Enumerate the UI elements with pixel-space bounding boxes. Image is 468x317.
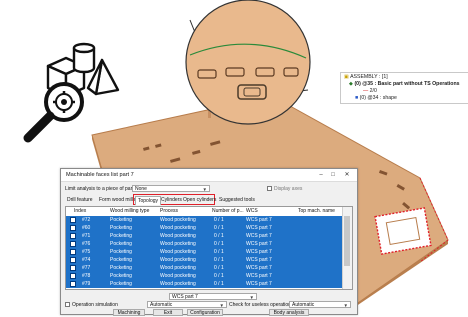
tab-open-cylinders[interactable]: Open cylinders — [181, 196, 218, 204]
limit-analysis-value: None — [135, 186, 147, 192]
display-axes-checkbox[interactable] — [267, 186, 272, 191]
simulation-mode-select[interactable]: Automatic ▼ — [147, 301, 227, 308]
table-row[interactable]: #76 Pocketing Wood pocketing 0 / 1 WCS part … — [66, 240, 342, 248]
check-useless-value: Automatic — [292, 302, 315, 308]
tree-row-shape[interactable]: ■ (0) @34 : shape — [355, 95, 397, 102]
chevron-down-icon: ▼ — [249, 295, 254, 300]
tab-suggested-tools[interactable]: Suggested tools — [217, 196, 257, 204]
zoom-circle — [185, 0, 311, 125]
tree-part35-label: (0) @35 : Basic part without TS Operatio… — [354, 81, 460, 87]
face-icon — [70, 249, 76, 255]
col-header-top-mach[interactable]: Top mach. name — [298, 207, 335, 216]
check-useless-select[interactable]: Automatic ▼ — [289, 301, 351, 308]
tree-row-counter: ― 2/0 — [363, 88, 377, 94]
tree-shape-label: (0) @34 : shape — [359, 95, 397, 101]
faces-table: Index Wood milling type Process Number o… — [65, 206, 353, 290]
operation-simulation-checkbox[interactable] — [65, 302, 70, 307]
maximize-button[interactable]: □ — [327, 171, 339, 179]
feature-recognition-icon — [23, 42, 120, 143]
chevron-down-icon: ▼ — [343, 303, 348, 308]
table-row[interactable]: #79 Pocketing Wood pocketing 0 / 1 WCS part … — [66, 280, 342, 288]
operation-simulation-label: Operation simulation — [72, 302, 118, 308]
face-icon — [70, 241, 76, 247]
face-icon — [70, 233, 76, 239]
tree-counter-label: 2/0 — [369, 88, 377, 94]
tab-drill-feature[interactable]: Drill feature — [65, 196, 95, 204]
table-row[interactable]: #77 Pocketing Wood pocketing 0 / 1 WCS part … — [66, 264, 342, 272]
chevron-down-icon: ▼ — [219, 303, 224, 308]
table-row[interactable]: #74 Pocketing Wood pocketing 0 / 1 WCS part … — [66, 256, 342, 264]
tree-row-part35[interactable]: ◆ (0) @35 : Basic part without TS Operat… — [349, 81, 460, 88]
table-row[interactable]: #75 Pocketing Wood pocketing 0 / 1 WCS part … — [66, 248, 342, 256]
col-header-process[interactable]: Process — [160, 207, 178, 216]
check-useless-label: Check for useless operations : — [229, 302, 297, 308]
scrollbar-thumb[interactable] — [344, 216, 350, 266]
col-header-number[interactable]: Number of p... — [212, 207, 244, 216]
face-icon — [70, 257, 76, 263]
limit-analysis-select[interactable]: None ▼ — [132, 185, 210, 192]
dialog-title: Machinable faces list part 7 — [66, 172, 134, 178]
assembly-tree-panel: ▣ ASSEMBLY : [1] ◆ (0) @35 : Basic part … — [340, 72, 468, 104]
tree-row-assembly[interactable]: ▣ ASSEMBLY : [1] — [344, 74, 388, 81]
table-row[interactable]: #71 Pocketing Wood pocketing 0 / 1 WCS part … — [66, 232, 342, 240]
face-icon — [70, 225, 76, 231]
face-icon — [70, 273, 76, 279]
simulation-mode-value: Automatic — [150, 302, 173, 308]
tab-topology[interactable]: Topology — [135, 196, 162, 205]
minimize-button[interactable]: – — [315, 171, 327, 179]
limit-analysis-label: Limit analysis to a piece of part : — [65, 186, 137, 192]
wcs-select-value: WCS part 7 — [172, 294, 198, 300]
tree-assembly-label: ASSEMBLY : [1] — [350, 74, 388, 80]
col-header-wcs[interactable]: WCS — [246, 207, 258, 216]
col-header-index[interactable]: Index — [74, 207, 86, 216]
machinable-faces-dialog: Machinable faces list part 7 – □ ✕ Limit… — [60, 168, 358, 316]
table-row[interactable]: #78 Pocketing Wood pocketing 0 / 1 WCS part … — [66, 272, 342, 280]
table-row[interactable]: #72 Pocketing Wood pocketing 0 / 1 WCS part … — [66, 216, 342, 224]
display-axes-label: Display axes — [274, 186, 303, 192]
col-header-type[interactable]: Wood milling type — [110, 207, 149, 216]
face-icon — [70, 217, 76, 223]
wcs-select[interactable]: WCS part 7 ▼ — [169, 293, 257, 300]
table-scrollbar[interactable] — [342, 207, 352, 289]
face-icon — [70, 281, 76, 287]
dialog-titlebar[interactable]: Machinable faces list part 7 – □ ✕ — [61, 169, 357, 182]
close-button[interactable]: ✕ — [341, 171, 353, 179]
face-icon — [70, 265, 76, 271]
table-row[interactable]: #60 Pocketing Wood pocketing 0 / 1 WCS part … — [66, 224, 342, 232]
chevron-down-icon: ▼ — [202, 187, 207, 192]
